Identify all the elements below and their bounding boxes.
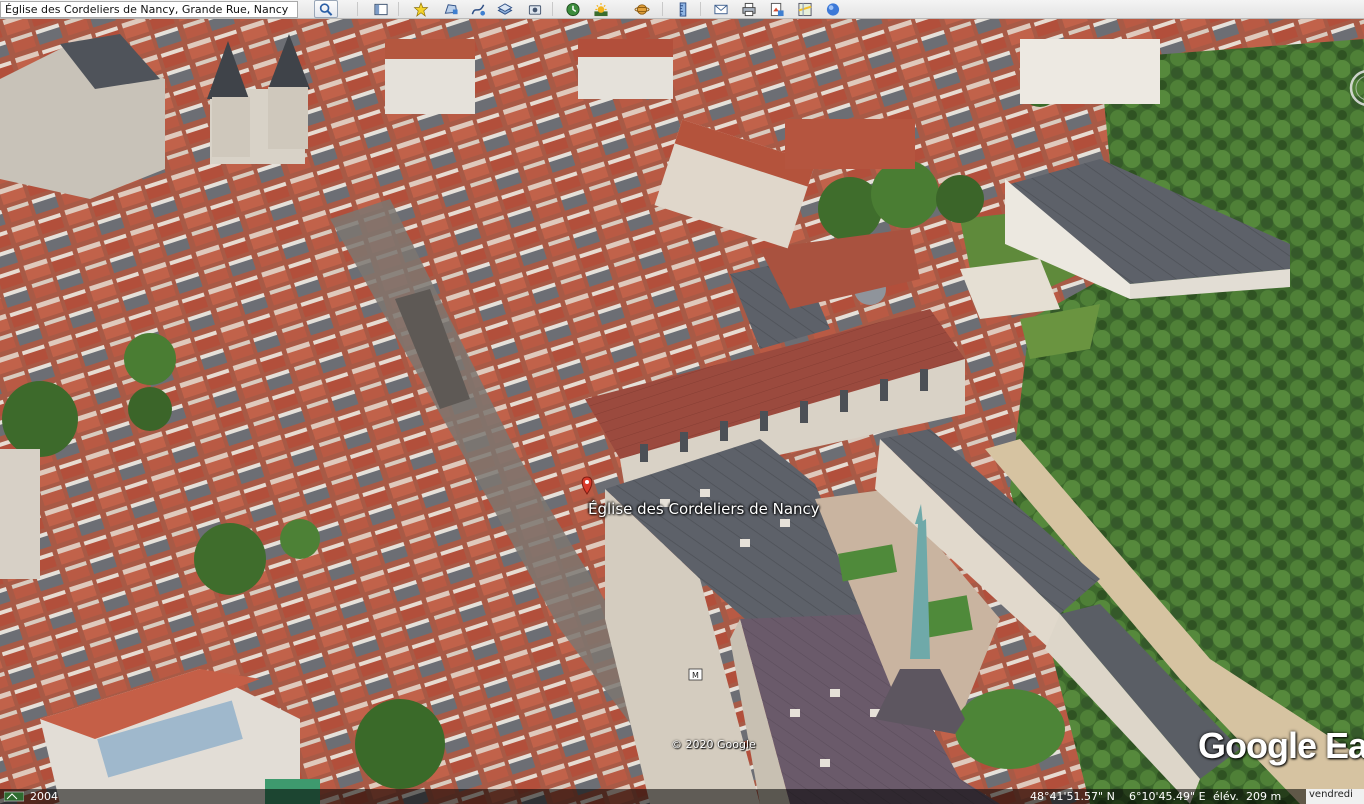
save-image-button[interactable]: [766, 0, 788, 18]
switch-planet-button[interactable]: [631, 0, 653, 18]
navigation-compass-icon[interactable]: [1348, 61, 1364, 115]
place-label[interactable]: Église des Cordeliers de Nancy: [588, 500, 820, 518]
longitude-readout: 6°10'45.49" E: [1129, 790, 1206, 803]
imagery-date-icon[interactable]: [4, 791, 24, 802]
planets-icon: [634, 3, 650, 15]
add-path-button[interactable]: [467, 0, 489, 18]
sunlight-button[interactable]: [590, 0, 612, 18]
elevation-label: élév.: [1213, 790, 1239, 803]
add-image-overlay-button[interactable]: [494, 0, 516, 18]
tour-icon: [528, 4, 542, 15]
overlay-icon: [497, 2, 513, 15]
ruler-button[interactable]: [672, 0, 694, 18]
sunlight-icon: [594, 2, 608, 16]
placemark-icon: [413, 1, 429, 17]
status-bar: 2004 48°41'51.57" N 6°10'45.49" E élév. …: [0, 789, 1364, 804]
toolbar-separator: [398, 2, 399, 16]
save-image-icon: [770, 2, 784, 16]
add-polygon-button[interactable]: [440, 0, 462, 18]
search-button[interactable]: [314, 0, 338, 18]
latitude-readout: 48°41'51.57" N: [1030, 790, 1115, 803]
earth-gallery-icon: [826, 2, 840, 16]
toolbar-separator: [662, 2, 663, 16]
polygon-icon: [444, 3, 458, 14]
historical-imagery-icon: [566, 2, 580, 16]
email-icon: [714, 4, 728, 14]
email-button[interactable]: [710, 0, 732, 18]
search-input[interactable]: [0, 0, 298, 18]
sidebar-toggle-button[interactable]: [370, 0, 392, 18]
google-earth-logo: Google Ea: [1198, 725, 1364, 766]
maps-view-icon: [798, 2, 812, 16]
toolbar: [0, 0, 1364, 19]
print-button[interactable]: [738, 0, 760, 18]
ruler-icon: [679, 1, 687, 17]
record-tour-button[interactable]: [524, 0, 546, 18]
imagery-year: 2004: [30, 790, 58, 803]
taskbar-clock[interactable]: vendredi: [1306, 789, 1364, 804]
toolbar-separator: [552, 2, 553, 16]
aerial-imagery: M: [0, 19, 1364, 804]
print-icon: [742, 2, 756, 16]
svg-text:M: M: [692, 671, 699, 680]
map-view[interactable]: M Église des Cordeliers de Nancy © 2020 …: [0, 19, 1364, 804]
add-placemark-button[interactable]: [410, 0, 432, 18]
copyright-notice: © 2020 Google: [671, 738, 756, 751]
toolbar-separator: [357, 2, 358, 16]
toolbar-separator: [700, 2, 701, 16]
historical-imagery-button[interactable]: [562, 0, 584, 18]
elevation-readout: 209 m: [1246, 790, 1282, 803]
path-icon: [471, 3, 486, 16]
view-in-maps-button[interactable]: [794, 0, 816, 18]
search-icon: [319, 2, 333, 16]
sidebar-toggle-icon: [374, 3, 388, 15]
earth-gallery-button[interactable]: [822, 0, 844, 18]
